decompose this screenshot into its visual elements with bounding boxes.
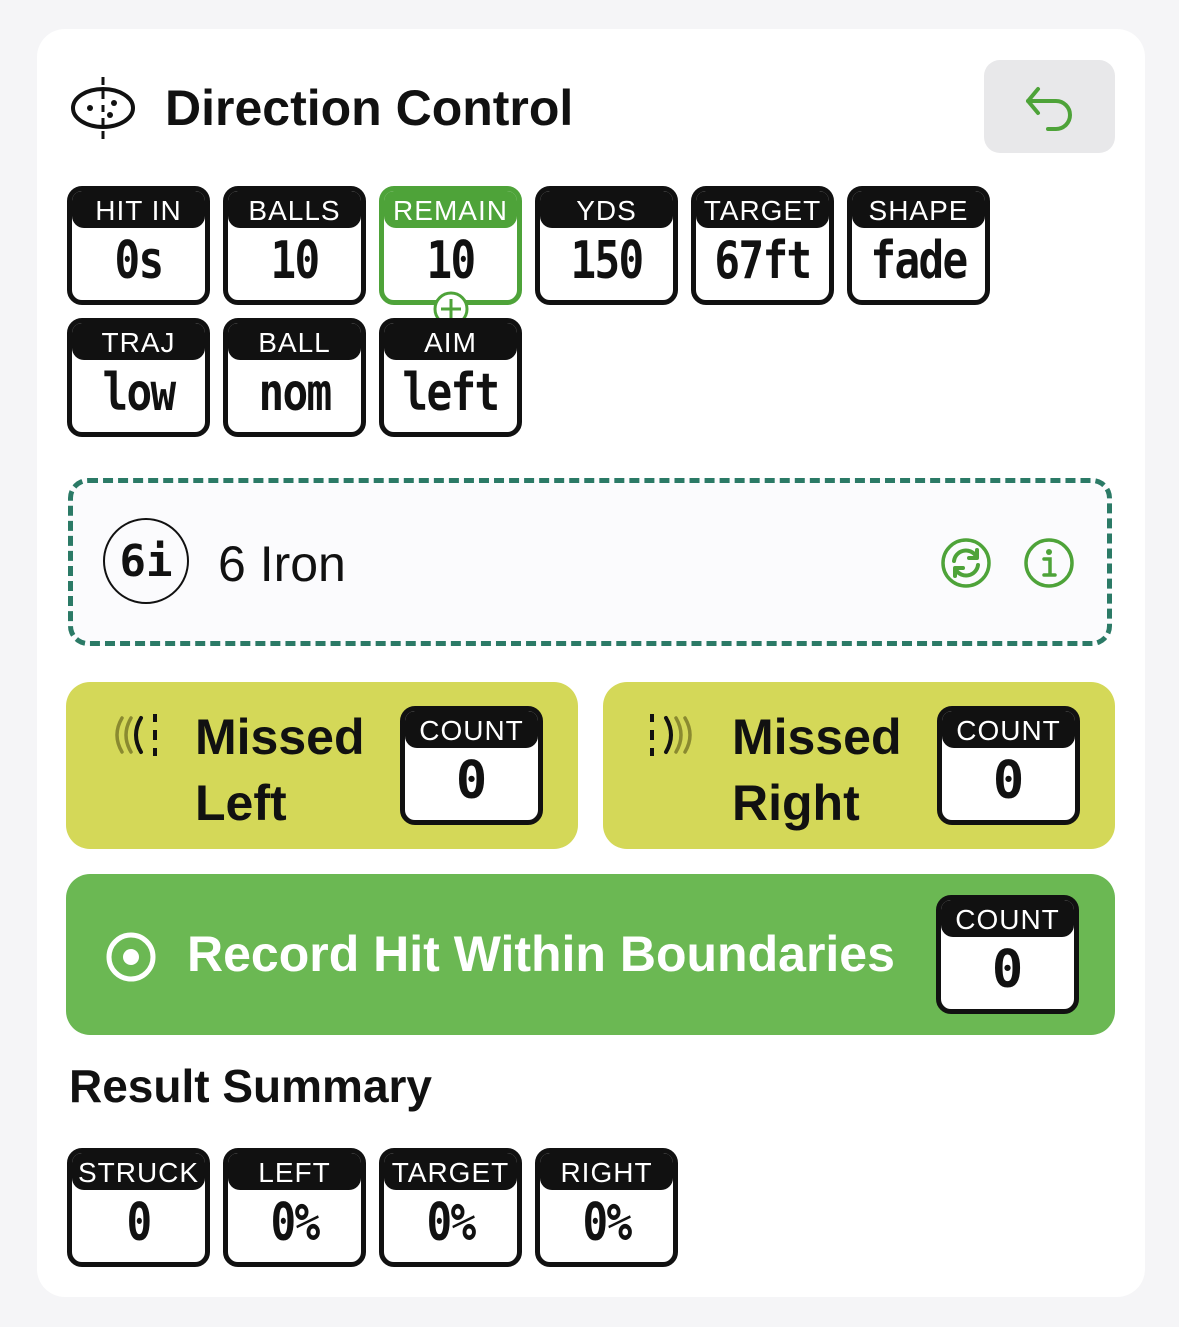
stat-value: 150 [570,231,644,291]
stat-label: TARGET [696,191,829,228]
stat-label: YDS [540,191,673,228]
missed-left-button[interactable]: Missed Left COUNT 0 [66,682,578,849]
stat-value: 0s [114,231,164,291]
stat-label: AIM [384,323,517,360]
missed-left-line2: Left [195,775,287,831]
missed-left-label: Missed Left [195,704,365,836]
record-hit-button[interactable]: Record Hit Within Boundaries COUNT 0 [66,874,1115,1035]
record-hit-count: COUNT 0 [936,895,1079,1014]
summary-value: 0% [582,1193,632,1253]
count-label: COUNT [941,900,1074,937]
stat-yds[interactable]: YDS 150 [535,186,678,305]
stat-remain[interactable]: REMAIN 10 [379,186,522,305]
stat-value: fade [870,231,968,291]
stat-value: low [102,363,176,423]
stat-target[interactable]: TARGET 67ft [691,186,834,305]
stat-label: TRAJ [72,323,205,360]
swap-club-icon[interactable] [940,537,992,589]
missed-right-line2: Right [732,775,860,831]
page-title: Direction Control [165,80,574,136]
stat-ball[interactable]: BALL nom [223,318,366,437]
club-badge: 6i [103,518,189,604]
missed-right-button[interactable]: Missed Right COUNT 0 [603,682,1115,849]
summary-label: LEFT [228,1153,361,1190]
stat-hit-in[interactable]: HIT IN 0s [67,186,210,305]
stat-label: SHAPE [852,191,985,228]
summary-target: TARGET 0% [379,1148,522,1267]
missed-right-count: COUNT 0 [937,706,1080,825]
count-value: 0 [455,751,488,811]
record-hit-label: Record Hit Within Boundaries [187,926,895,982]
summary-struck: STRUCK 0 [67,1148,210,1267]
summary-label: STRUCK [72,1153,205,1190]
stat-aim[interactable]: AIM left [379,318,522,437]
stat-value: 67ft [714,231,812,291]
stat-value: 10 [426,231,476,291]
club-name: 6 Iron [218,536,346,592]
summary-value: 0 [126,1193,152,1253]
missed-left-line1: Missed [195,709,365,765]
target-reticle-icon [71,77,135,139]
summary-right: RIGHT 0% [535,1148,678,1267]
stat-label: HIT IN [72,191,205,228]
result-summary-title: Result Summary [69,1060,433,1112]
stat-value: 10 [270,231,320,291]
missed-right-label: Missed Right [732,704,902,836]
summary-label: RIGHT [540,1153,673,1190]
summary-value: 0% [426,1193,476,1253]
stat-balls[interactable]: BALLS 10 [223,186,366,305]
count-label: COUNT [405,711,538,748]
count-value: 0 [992,751,1025,811]
missed-left-icon [115,714,157,756]
missed-right-line1: Missed [732,709,902,765]
stat-traj[interactable]: TRAJ low [67,318,210,437]
count-value: 0 [991,940,1024,1000]
summary-left: LEFT 0% [223,1148,366,1267]
summary-label: TARGET [384,1153,517,1190]
undo-button[interactable] [984,60,1115,153]
stat-value: left [402,363,500,423]
missed-right-icon [650,714,692,756]
stat-label: BALLS [228,191,361,228]
stat-shape[interactable]: SHAPE fade [847,186,990,305]
stat-label: BALL [228,323,361,360]
info-icon[interactable] [1023,537,1075,589]
target-dot-icon [106,932,156,982]
undo-arrow-icon [1025,86,1072,131]
count-label: COUNT [942,711,1075,748]
summary-value: 0% [270,1193,320,1253]
stat-value: nom [258,363,332,423]
stat-label: REMAIN [384,191,517,228]
missed-left-count: COUNT 0 [400,706,543,825]
